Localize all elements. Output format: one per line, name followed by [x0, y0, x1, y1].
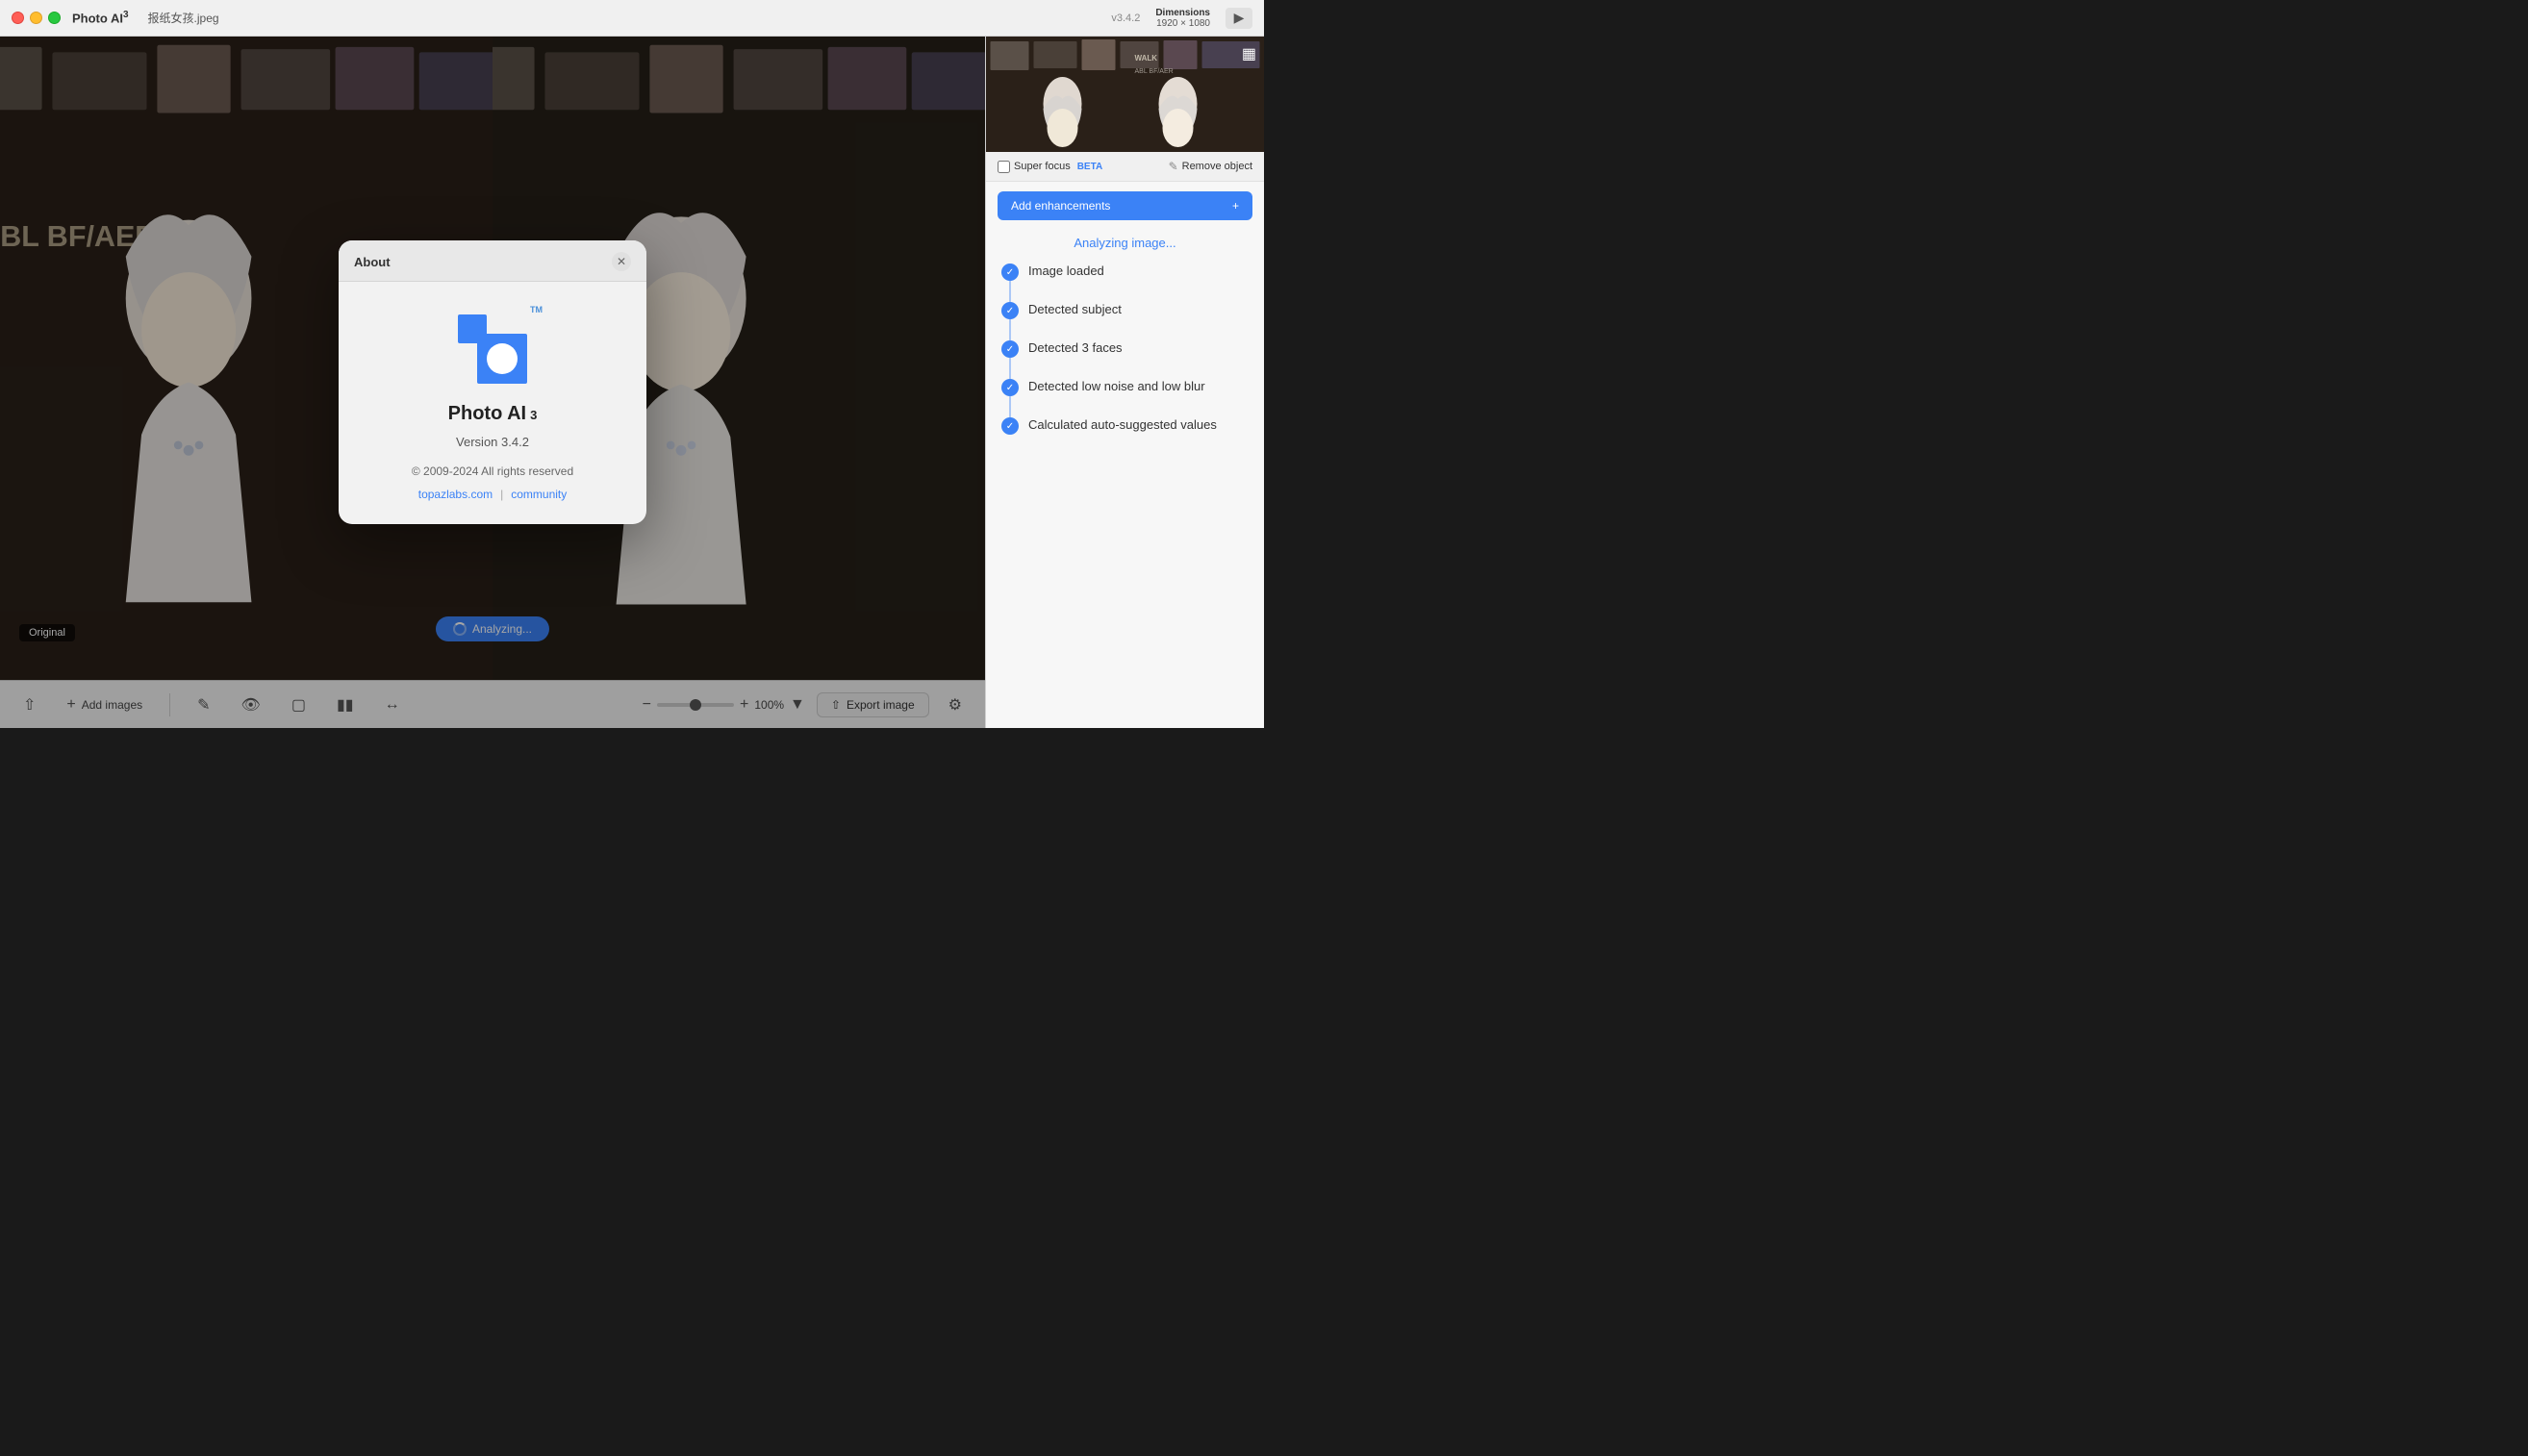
dimensions-box: Dimensions 1920 × 1080 [1155, 8, 1210, 29]
about-overlay: About ✕ TM [0, 37, 985, 728]
right-sidebar: WALK ABL BF/AER ▦ Super focus BETA ✎ Rem… [985, 37, 1264, 728]
titlebar-right: v3.4.2 Dimensions 1920 × 1080 ▶ [1111, 8, 1252, 29]
sidebar-options: Super focus BETA ✎ Remove object [986, 152, 1264, 182]
step-label-4: Detected low noise and low blur [1028, 377, 1205, 395]
about-app-name: Photo AI3 [448, 403, 538, 425]
about-community-link[interactable]: community [511, 488, 567, 501]
step-item-2: ✓ Detected subject [1001, 300, 1249, 319]
step-check-1: ✓ [1001, 264, 1019, 281]
step-line-2 [1009, 319, 1011, 340]
step-check-3: ✓ [1001, 340, 1019, 358]
svg-text:ABL BF/AER: ABL BF/AER [1135, 68, 1174, 75]
app-title: Photo AI3 [72, 10, 129, 25]
canvas-area: ABL BF/AER [0, 37, 985, 728]
step-check-4: ✓ [1001, 379, 1019, 396]
about-dialog: About ✕ TM [339, 240, 646, 524]
step-line-1 [1009, 281, 1011, 302]
thumbnail-area: WALK ABL BF/AER ▦ [986, 37, 1264, 152]
step-label-2: Detected subject [1028, 300, 1122, 318]
app-icon: TM [454, 311, 531, 388]
about-close-button[interactable]: ✕ [612, 252, 631, 271]
main-layout: ABL BF/AER [0, 37, 1264, 728]
step-item-3: ✓ Detected 3 faces [1001, 339, 1249, 358]
file-name: 报纸女孩.jpeg [148, 10, 219, 26]
about-copyright: © 2009-2024 All rights reserved [412, 464, 573, 478]
dimensions-label: Dimensions [1155, 8, 1210, 18]
analyzing-status: Analyzing image... [986, 230, 1264, 254]
svg-text:WALK: WALK [1135, 54, 1158, 63]
about-version: Version 3.4.2 [456, 435, 529, 449]
expand-button[interactable]: ▶ [1226, 8, 1252, 29]
thumbnail-image: WALK ABL BF/AER [986, 37, 1264, 152]
step-item-1: ✓ Image loaded [1001, 262, 1249, 281]
super-focus-beta-badge: BETA [1077, 162, 1102, 172]
dimensions-value: 1920 × 1080 [1156, 18, 1210, 29]
step-check-2: ✓ [1001, 302, 1019, 319]
step-item-5: ✓ Calculated auto-suggested values [1001, 415, 1249, 435]
about-links-separator: | [500, 488, 503, 501]
minimize-traffic-light[interactable] [30, 12, 42, 24]
super-focus-checkbox[interactable]: Super focus BETA [998, 161, 1102, 173]
traffic-lights [12, 12, 61, 24]
step-label-3: Detected 3 faces [1028, 339, 1123, 357]
about-titlebar: About ✕ [339, 240, 646, 282]
about-website-link[interactable]: topazlabs.com [418, 488, 493, 501]
titlebar: Photo AI3 报纸女孩.jpeg v3.4.2 Dimensions 19… [0, 0, 1264, 37]
tm-badge: TM [530, 305, 543, 314]
add-enhancements-button[interactable]: Add enhancements + [998, 191, 1252, 220]
remove-object-button[interactable]: ✎ Remove object [1169, 160, 1252, 173]
step-label-5: Calculated auto-suggested values [1028, 415, 1217, 434]
step-item-4: ✓ Detected low noise and low blur [1001, 377, 1249, 396]
step-label-1: Image loaded [1028, 262, 1104, 280]
analysis-steps: ✓ Image loaded ✓ Detected subject ✓ Dete… [986, 254, 1264, 442]
super-focus-input[interactable] [998, 161, 1010, 173]
step-check-5: ✓ [1001, 417, 1019, 435]
about-links: topazlabs.com | community [418, 488, 568, 501]
version-label: v3.4.2 [1111, 13, 1140, 24]
thumbnail-crop-button[interactable]: ▦ [1242, 44, 1256, 63]
about-content: TM Photo AI3 Version 3.4.2 [339, 282, 646, 524]
fullscreen-traffic-light[interactable] [48, 12, 61, 24]
step-line-4 [1009, 396, 1011, 417]
step-line-3 [1009, 358, 1011, 379]
eraser-icon: ✎ [1169, 160, 1178, 173]
close-traffic-light[interactable] [12, 12, 24, 24]
about-dialog-title: About [354, 255, 391, 269]
